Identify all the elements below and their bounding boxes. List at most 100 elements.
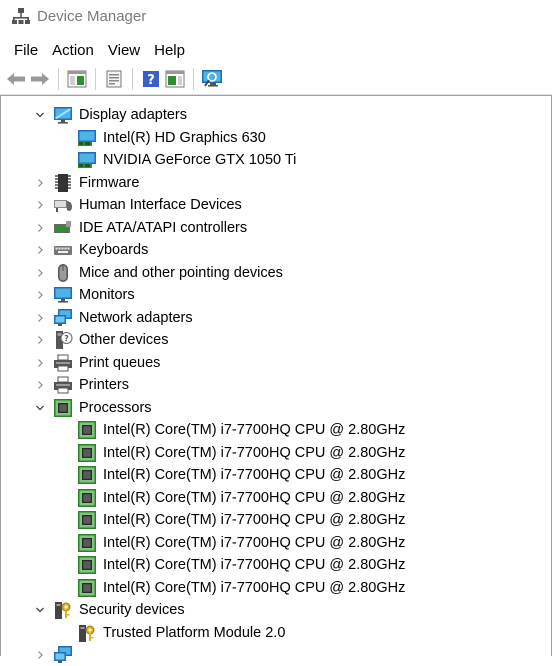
tree-item-label: Security devices (79, 602, 185, 618)
graphics-card-icon (77, 150, 97, 170)
tree-item-label: Mice and other pointing devices (79, 265, 283, 281)
tree-item-device[interactable]: Intel(R) HD Graphics 630 (77, 127, 266, 149)
tree-item-label: Intel(R) Core(TM) i7-7700HQ CPU @ 2.80GH… (103, 557, 406, 573)
chevron-right-icon[interactable] (33, 333, 47, 347)
network-adapter-icon (53, 308, 73, 328)
tree-item-network-adapters[interactable]: Network adapters (33, 307, 193, 329)
tree-item-label: Print queues (79, 355, 161, 371)
tree-item-monitors[interactable]: Monitors (33, 284, 135, 306)
chevron-right-icon[interactable] (33, 288, 47, 302)
forward-arrow-icon[interactable] (29, 68, 51, 90)
menu-action[interactable]: Action (46, 42, 102, 59)
tree-item-device[interactable]: Intel(R) Core(TM) i7-7700HQ CPU @ 2.80GH… (77, 532, 405, 554)
tree-item-other-devices[interactable]: Other devices (33, 329, 168, 351)
show-hide-action-pane-icon[interactable] (164, 68, 186, 90)
security-key-icon (53, 600, 73, 620)
display-adapter-icon (53, 105, 73, 125)
chevron-right-icon[interactable] (33, 176, 47, 190)
hid-icon (53, 195, 73, 215)
tree-item-label: Intel(R) Core(TM) i7-7700HQ CPU @ 2.80GH… (103, 422, 406, 438)
tree-item-label: Network adapters (79, 310, 193, 326)
title-bar: Device Manager (0, 0, 552, 32)
window-title: Device Manager (37, 7, 147, 25)
svg-text:?: ? (147, 73, 155, 88)
security-key-icon (77, 623, 97, 643)
graphics-card-icon (77, 128, 97, 148)
tree-item-label: Intel(R) Core(TM) i7-7700HQ CPU @ 2.80GH… (103, 535, 406, 551)
processor-icon (77, 488, 97, 508)
processor-icon (77, 465, 97, 485)
menu-help[interactable]: Help (148, 42, 193, 59)
help-icon[interactable]: ? (140, 68, 162, 90)
chevron-right-icon[interactable] (33, 648, 47, 662)
device-manager-icon (12, 7, 30, 25)
tree-item-security-devices[interactable]: Security devices (33, 599, 185, 621)
keyboard-icon (53, 240, 73, 260)
printer-icon (53, 353, 73, 373)
scan-hardware-changes-icon[interactable] (201, 68, 223, 90)
mouse-icon (53, 263, 73, 283)
tree-item-label: Firmware (79, 175, 140, 191)
tree-item-label: Monitors (79, 287, 135, 303)
chevron-right-icon[interactable] (33, 378, 47, 392)
toolbar-separator (193, 68, 194, 90)
menu-file[interactable]: File (0, 42, 46, 59)
tree-item-processors[interactable]: Processors (33, 397, 152, 419)
unknown-device-icon (53, 330, 73, 350)
tree-item-device[interactable]: Intel(R) Core(TM) i7-7700HQ CPU @ 2.80GH… (77, 487, 405, 509)
chevron-right-icon[interactable] (33, 221, 47, 235)
tree-item-device[interactable]: Trusted Platform Module 2.0 (77, 622, 285, 644)
chevron-right-icon[interactable] (33, 266, 47, 280)
tree-item-device[interactable]: Intel(R) Core(TM) i7-7700HQ CPU @ 2.80GH… (77, 554, 405, 576)
tree-item-label: Intel(R) Core(TM) i7-7700HQ CPU @ 2.80GH… (103, 467, 406, 483)
chevron-right-icon[interactable] (33, 311, 47, 325)
tree-item-printers[interactable]: Printers (33, 374, 129, 396)
show-hide-console-tree-icon[interactable] (66, 68, 88, 90)
toolbar-separator (132, 68, 133, 90)
toolbar-separator (95, 68, 96, 90)
tree-item-keyboards[interactable]: Keyboards (33, 239, 148, 261)
tree-item-label: Printers (79, 377, 129, 393)
tree-item-label: Intel(R) Core(TM) i7-7700HQ CPU @ 2.80GH… (103, 490, 406, 506)
processor-icon (77, 443, 97, 463)
back-arrow-icon[interactable] (5, 68, 27, 90)
printer-icon (53, 375, 73, 395)
tree-item-device[interactable]: Intel(R) Core(TM) i7-7700HQ CPU @ 2.80GH… (77, 442, 405, 464)
tree-item-device[interactable]: Intel(R) Core(TM) i7-7700HQ CPU @ 2.80GH… (77, 577, 405, 599)
processor-icon (53, 398, 73, 418)
toolbar: ? (0, 64, 552, 95)
tree-item-label: Intel(R) Core(TM) i7-7700HQ CPU @ 2.80GH… (103, 445, 406, 461)
tree-item-ide-controllers[interactable]: IDE ATA/ATAPI controllers (33, 217, 247, 239)
tree-item-mice[interactable]: Mice and other pointing devices (33, 262, 283, 284)
tree-item-partial[interactable] (33, 644, 79, 666)
chevron-down-icon[interactable] (33, 401, 47, 415)
device-tree: Display adapters Intel(R) HD Graphics 63… (0, 95, 552, 656)
chevron-down-icon[interactable] (33, 603, 47, 617)
tree-item-label: Keyboards (79, 242, 149, 258)
chevron-down-icon[interactable] (33, 108, 47, 122)
ide-controller-icon (53, 218, 73, 238)
tree-item-firmware[interactable]: Firmware (33, 172, 139, 194)
chevron-right-icon[interactable] (33, 198, 47, 212)
processor-icon (77, 533, 97, 553)
processor-icon (77, 420, 97, 440)
tree-item-label: Intel(R) Core(TM) i7-7700HQ CPU @ 2.80GH… (103, 580, 406, 596)
tree-item-device[interactable]: Intel(R) Core(TM) i7-7700HQ CPU @ 2.80GH… (77, 509, 405, 531)
menu-view[interactable]: View (102, 42, 148, 59)
toolbar-separator (58, 68, 59, 90)
monitor-icon (53, 285, 73, 305)
properties-icon[interactable] (103, 68, 125, 90)
tree-item-display-adapters[interactable]: Display adapters (33, 104, 187, 126)
tree-item-label: Intel(R) Core(TM) i7-7700HQ CPU @ 2.80GH… (103, 512, 406, 528)
software-component-icon (53, 645, 73, 665)
tree-item-device[interactable]: Intel(R) Core(TM) i7-7700HQ CPU @ 2.80GH… (77, 464, 405, 486)
chevron-right-icon[interactable] (33, 356, 47, 370)
tree-item-human-interface-devices[interactable]: Human Interface Devices (33, 194, 242, 216)
tree-item-label: Intel(R) HD Graphics 630 (103, 130, 266, 146)
tree-item-print-queues[interactable]: Print queues (33, 352, 160, 374)
tree-item-device[interactable]: NVIDIA GeForce GTX 1050 Ti (77, 149, 296, 171)
tree-item-device[interactable]: Intel(R) Core(TM) i7-7700HQ CPU @ 2.80GH… (77, 419, 405, 441)
tree-item-label: Display adapters (79, 107, 187, 123)
tree-item-label: Processors (79, 400, 152, 416)
chevron-right-icon[interactable] (33, 243, 47, 257)
